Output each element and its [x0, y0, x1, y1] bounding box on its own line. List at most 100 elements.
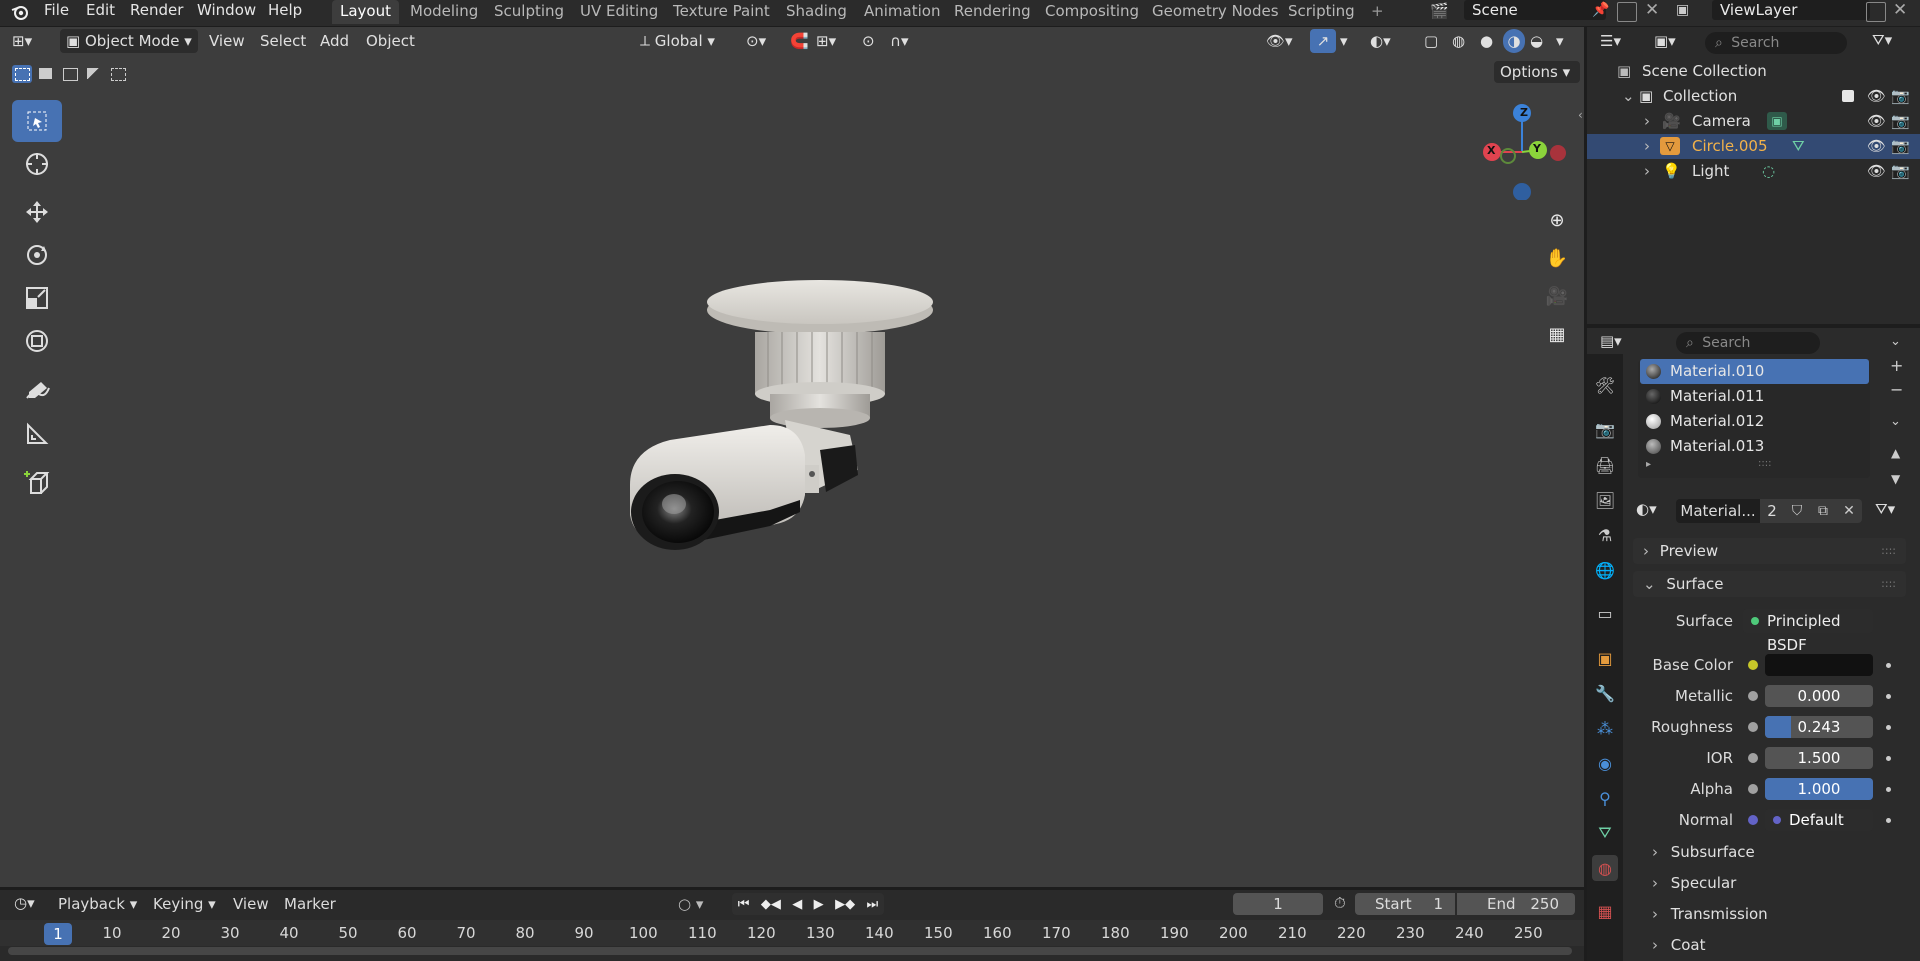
delete-view-layer-icon[interactable]: ✕	[1893, 0, 1907, 20]
surface-section-header[interactable]: ⌄ Surface ::::	[1633, 571, 1906, 597]
outliner-search-input[interactable]: ⌕ Search	[1705, 32, 1847, 54]
current-frame-marker[interactable]: 1	[44, 923, 72, 945]
tab-scripting[interactable]: Scripting	[1280, 0, 1363, 24]
proportional-editing-icon[interactable]: ⊙	[862, 29, 875, 53]
data-tab-icon[interactable]: ⛛	[1592, 820, 1618, 846]
scale-tool[interactable]	[12, 277, 62, 319]
preview-section-header[interactable]: › Preview ::::	[1633, 538, 1906, 564]
world-tab-icon[interactable]: 🌐	[1592, 557, 1618, 583]
input-field-ior[interactable]: 1.500	[1765, 747, 1873, 769]
viewport-menu-view[interactable]: View	[209, 29, 245, 53]
tab-sculpting[interactable]: Sculpting	[486, 0, 572, 24]
material-slot-010[interactable]: Material.010	[1640, 359, 1869, 384]
new-scene-icon[interactable]	[1617, 2, 1637, 22]
auto-keying-icon[interactable]: ○ ▾	[678, 895, 703, 913]
visibility-eye-icon[interactable]: 👁	[1867, 84, 1886, 109]
sidebar-toggle-icon[interactable]: ‹	[1578, 108, 1583, 122]
blender-logo-icon[interactable]	[10, 2, 30, 22]
viewport-menu-select[interactable]: Select	[260, 29, 306, 53]
menu-file[interactable]: File	[44, 0, 69, 22]
particles-tab-icon[interactable]: ⁂	[1592, 715, 1618, 741]
current-frame-field[interactable]: 1	[1233, 893, 1323, 915]
start-frame-field[interactable]: Start 1	[1355, 893, 1455, 915]
view-layer-icon[interactable]: ▣	[1676, 2, 1704, 22]
fake-user-shield-icon[interactable]: ⛉	[1784, 499, 1810, 523]
properties-search-input[interactable]: ⌕ Search	[1676, 332, 1820, 354]
surface-shader-field[interactable]: Principled BSDF	[1743, 609, 1873, 654]
end-frame-field[interactable]: End 250	[1457, 893, 1575, 915]
proportional-falloff-icon[interactable]: ∩▾	[890, 29, 909, 53]
jump-start-icon[interactable]: ⏮	[738, 897, 750, 912]
measure-tool[interactable]	[12, 413, 62, 455]
properties-options-icon[interactable]: ⌄	[1890, 334, 1901, 349]
tab-texture-paint[interactable]: Texture Paint	[665, 0, 778, 24]
camera-view-icon[interactable]: 🎥	[1540, 279, 1574, 313]
collection-tab-icon[interactable]: ▭	[1592, 600, 1618, 626]
pivot-point-icon[interactable]: ⊙▾	[746, 29, 766, 53]
options-dropdown[interactable]: Options ▾	[1494, 61, 1580, 83]
add-cube-tool[interactable]	[12, 462, 62, 504]
socket-dot-icon[interactable]	[1748, 784, 1758, 794]
remove-material-slot-icon[interactable]: −	[1890, 380, 1903, 399]
timeline-keying-menu[interactable]: Keying ▾	[153, 895, 216, 913]
filter-icon[interactable]: ⛛▾	[1872, 31, 1892, 49]
input-field-base-color[interactable]	[1765, 654, 1873, 676]
input-field-normal[interactable]: Default	[1765, 809, 1873, 831]
prev-keyframe-icon[interactable]: ◆◀	[761, 897, 781, 912]
material-preview-shading-icon[interactable]: ◑	[1503, 29, 1525, 53]
socket-dot-icon[interactable]	[1748, 722, 1758, 732]
preview-range-icon[interactable]: ⏱	[1334, 894, 1346, 912]
mesh-data-icon[interactable]: ⛛	[1792, 134, 1805, 159]
move-slot-down-icon[interactable]: ▼	[1891, 472, 1900, 486]
annotate-tool[interactable]	[12, 370, 62, 412]
output-tab-icon[interactable]: 🖨	[1592, 452, 1618, 478]
select-new-icon[interactable]	[12, 65, 32, 83]
outliner-scene-collection[interactable]: ▣ Scene Collection	[1587, 59, 1920, 84]
security-camera-model[interactable]	[600, 260, 960, 560]
keyframe-dot-icon[interactable]	[1886, 694, 1891, 699]
snap-toggle-icon[interactable]: 🧲	[790, 29, 809, 53]
gizmo-dropdown-icon[interactable]: ▾	[1340, 29, 1348, 53]
display-mode-icon[interactable]: ▣▾	[1654, 32, 1676, 50]
transform-orientation-dropdown[interactable]: ⟂ Global ▾	[640, 29, 732, 53]
overlays-toggle-icon[interactable]: ◐▾	[1370, 29, 1391, 53]
input-field-metallic[interactable]: 0.000	[1765, 685, 1873, 707]
texture-tab-icon[interactable]: ▦	[1592, 898, 1618, 924]
move-slot-up-icon[interactable]: ▲	[1891, 446, 1900, 460]
jump-end-icon[interactable]: ⏭	[867, 897, 879, 912]
snap-target-icon[interactable]: ⊞▾	[816, 29, 836, 53]
transmission-section-header[interactable]: › Transmission	[1633, 901, 1903, 927]
scene-tab-icon[interactable]: ⚗	[1592, 522, 1618, 548]
rendered-shading-icon[interactable]: ◒	[1530, 29, 1543, 53]
menu-help[interactable]: Help	[268, 0, 302, 22]
select-subtract-icon[interactable]	[60, 65, 80, 83]
socket-dot-icon[interactable]	[1748, 815, 1758, 825]
select-extend-icon[interactable]	[36, 65, 56, 83]
drag-handle-icon[interactable]: ::::	[1881, 571, 1896, 597]
browse-material-icon[interactable]: ◐▾	[1636, 500, 1657, 518]
timeline-scrollbar[interactable]	[8, 947, 1572, 955]
render-tab-icon[interactable]: 📷	[1592, 416, 1618, 442]
menu-window[interactable]: Window	[197, 0, 256, 22]
subsurface-section-header[interactable]: › Subsurface	[1633, 839, 1903, 865]
timeline-marker-menu[interactable]: Marker	[284, 895, 336, 913]
pin-icon[interactable]: 📌	[1592, 2, 1609, 18]
constraints-tab-icon[interactable]: ⚲	[1592, 785, 1618, 811]
timeline-playback-menu[interactable]: Playback ▾	[58, 895, 137, 913]
tab-shading[interactable]: Shading	[778, 0, 855, 24]
timeline-view-menu[interactable]: View	[233, 895, 269, 913]
expand-arrow-icon[interactable]: ›	[1644, 159, 1650, 184]
play-reverse-icon[interactable]: ◀	[792, 897, 802, 912]
select-intersect-icon[interactable]	[108, 65, 128, 83]
menu-edit[interactable]: Edit	[86, 0, 115, 22]
perspective-toggle-icon[interactable]: ▦	[1540, 317, 1574, 351]
select-invert-icon[interactable]	[84, 65, 104, 83]
viewport-menu-object[interactable]: Object	[366, 29, 415, 53]
outliner-collection[interactable]: ⌄ ▣ Collection 👁 📷	[1587, 84, 1920, 109]
keyframe-dot-icon[interactable]	[1886, 787, 1891, 792]
cursor-tool[interactable]	[12, 143, 62, 185]
scene-selector-icon[interactable]: 🎬	[1430, 2, 1458, 22]
add-material-slot-icon[interactable]: +	[1890, 356, 1903, 375]
transform-tool[interactable]	[12, 320, 62, 362]
outliner-object-camera[interactable]: › 🎥 Camera ▣ 👁 📷	[1587, 109, 1920, 134]
